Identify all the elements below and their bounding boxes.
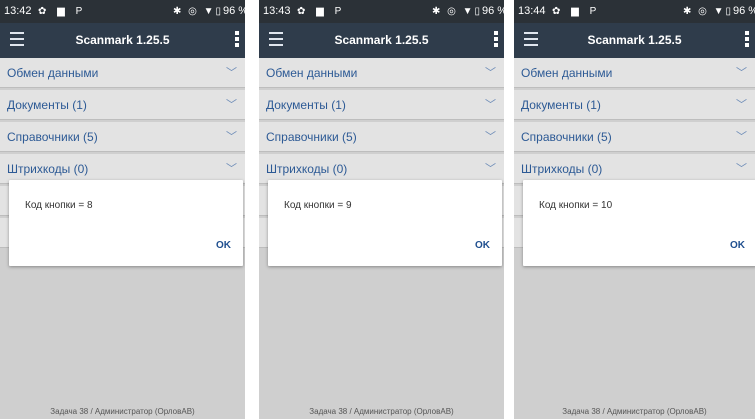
app-bar: Scanmark 1.25.5 <box>259 23 504 58</box>
key-code-dialog: Код кнопки = 8 OK <box>9 180 243 266</box>
battery-level: 96 % <box>482 5 504 17</box>
battery-level: 96 % <box>733 5 755 17</box>
chevron-down-icon: ﹀ <box>485 67 496 79</box>
chevron-down-icon: ﹀ <box>736 99 747 111</box>
menu-item-data-exchange[interactable]: Обмен данными ﹀ <box>259 58 504 88</box>
menu-item-label: Штрихкоды (0) <box>521 162 603 176</box>
app-title: Scanmark 1.25.5 <box>334 33 429 47</box>
chevron-down-icon: ﹀ <box>736 67 747 79</box>
menu-item-documents[interactable]: Документы (1) ﹀ <box>259 90 504 120</box>
chevron-down-icon: ﹀ <box>226 99 237 111</box>
footer-status: Задача 38 / Администратор (ОрловАВ) <box>562 407 707 416</box>
footer-status: Задача 38 / Администратор (ОрловАВ) <box>50 407 195 416</box>
status-time: 13:43 <box>263 5 291 17</box>
key-code-dialog: Код кнопки = 10 OK <box>523 180 755 266</box>
status-system-icons: ✱ ◎ ▼▯ <box>431 6 482 17</box>
status-notification-icons: ✿ ▆ P <box>297 6 346 17</box>
dialog-message: Код кнопки = 10 <box>539 200 613 211</box>
status-system-icons: ✱ ◎ ▼▯ <box>682 6 733 17</box>
status-system-icons: ✱ ◎ ▼▯ <box>172 6 223 17</box>
overflow-menu-icon[interactable] <box>494 31 498 49</box>
chevron-down-icon: ﹀ <box>485 99 496 111</box>
phone-screen-1: 13:42 ✿ ▆ P ✱ ◎ ▼▯ 96 % Scanmark 1.25.5 … <box>0 0 245 419</box>
app-bar: Scanmark 1.25.5 <box>0 23 245 58</box>
menu-item-data-exchange[interactable]: Обмен данными ﹀ <box>514 58 755 88</box>
menu-item-directories[interactable]: Справочники (5) ﹀ <box>0 122 245 152</box>
status-notification-icons: ✿ ▆ P <box>552 6 601 17</box>
status-time: 13:44 <box>518 5 546 17</box>
menu-item-label: Обмен данными <box>7 66 99 80</box>
dialog-message: Код кнопки = 9 <box>284 200 352 211</box>
app-title: Scanmark 1.25.5 <box>587 33 682 47</box>
chevron-down-icon: ﹀ <box>226 131 237 143</box>
ok-button[interactable]: OK <box>730 240 745 251</box>
dialog-message: Код кнопки = 8 <box>25 200 93 211</box>
menu-item-directories[interactable]: Справочники (5) ﹀ <box>514 122 755 152</box>
menu-item-label: Документы (1) <box>7 98 87 112</box>
menu-item-documents[interactable]: Документы (1) ﹀ <box>514 90 755 120</box>
app-bar: Scanmark 1.25.5 <box>514 23 755 58</box>
overflow-menu-icon[interactable] <box>235 31 239 49</box>
key-code-dialog: Код кнопки = 9 OK <box>268 180 502 266</box>
menu-item-label: Штрихкоды (0) <box>266 162 348 176</box>
menu-item-label: Справочники (5) <box>7 130 98 144</box>
chevron-down-icon: ﹀ <box>736 131 747 143</box>
status-bar: 13:43 ✿ ▆ P ✱ ◎ ▼▯ 96 % <box>259 0 504 23</box>
menu-item-label: Справочники (5) <box>266 130 357 144</box>
chevron-down-icon: ﹀ <box>485 131 496 143</box>
menu-item-label: Документы (1) <box>266 98 346 112</box>
footer-status: Задача 38 / Администратор (ОрловАВ) <box>309 407 454 416</box>
chevron-down-icon: ﹀ <box>226 67 237 79</box>
menu-item-directories[interactable]: Справочники (5) ﹀ <box>259 122 504 152</box>
menu-item-data-exchange[interactable]: Обмен данными ﹀ <box>0 58 245 88</box>
status-bar: 13:42 ✿ ▆ P ✱ ◎ ▼▯ 96 % <box>0 0 245 23</box>
app-title: Scanmark 1.25.5 <box>75 33 170 47</box>
ok-button[interactable]: OK <box>216 240 231 251</box>
overflow-menu-icon[interactable] <box>745 31 749 49</box>
menu-item-label: Обмен данными <box>266 66 358 80</box>
phone-screen-3: 13:44 ✿ ▆ P ✱ ◎ ▼▯ 96 % Scanmark 1.25.5 … <box>514 0 755 419</box>
ok-button[interactable]: OK <box>475 240 490 251</box>
menu-item-label: Документы (1) <box>521 98 601 112</box>
menu-item-label: Справочники (5) <box>521 130 612 144</box>
phone-screen-2: 13:43 ✿ ▆ P ✱ ◎ ▼▯ 96 % Scanmark 1.25.5 … <box>259 0 504 419</box>
menu-item-label: Штрихкоды (0) <box>7 162 89 176</box>
battery-level: 96 % <box>223 5 245 17</box>
status-time: 13:42 <box>4 5 32 17</box>
menu-item-label: Обмен данными <box>521 66 613 80</box>
status-bar: 13:44 ✿ ▆ P ✱ ◎ ▼▯ 96 % <box>514 0 755 23</box>
menu-item-documents[interactable]: Документы (1) ﹀ <box>0 90 245 120</box>
status-notification-icons: ✿ ▆ P <box>38 6 87 17</box>
